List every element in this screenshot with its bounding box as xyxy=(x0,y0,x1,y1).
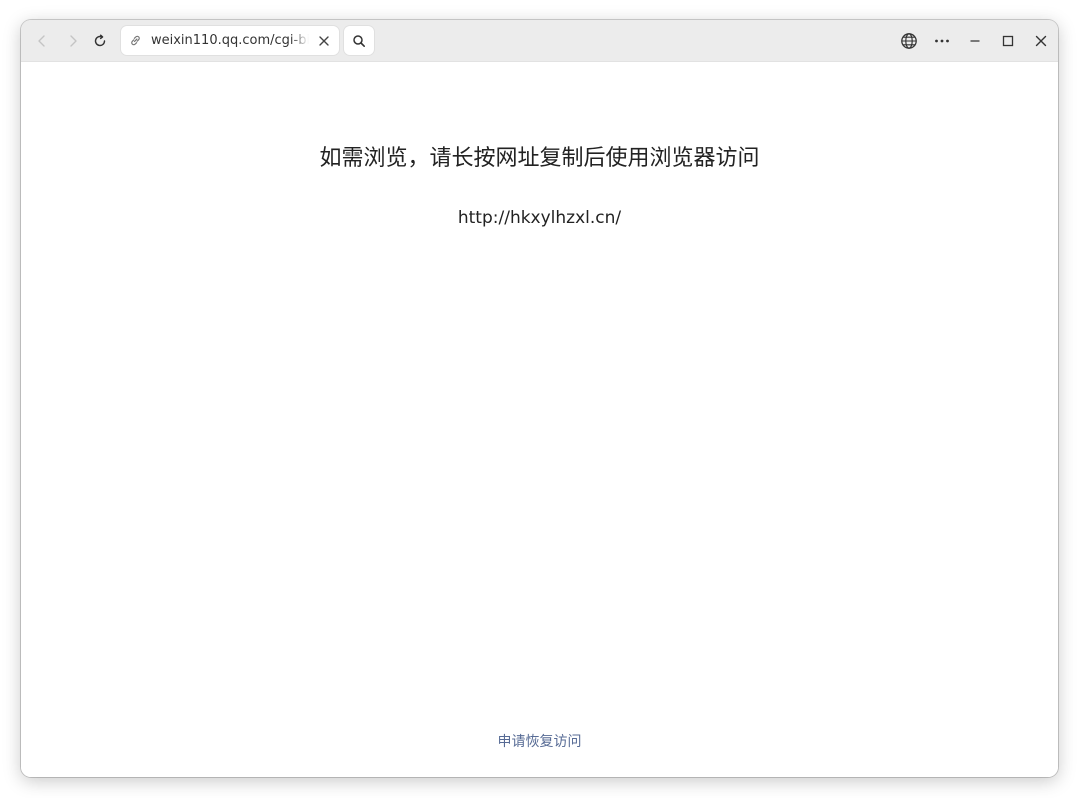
close-icon[interactable] xyxy=(317,33,331,47)
reload-icon xyxy=(94,34,106,47)
page-content: 如需浏览，请长按网址复制后使用浏览器访问 http://hkxylhzxl.cn… xyxy=(21,62,1058,777)
more-icon xyxy=(935,39,949,43)
address-bar-url[interactable]: weixin110.qq.com/cgi-bin/mmspamsupport-b… xyxy=(151,33,309,48)
close-window-icon xyxy=(1035,35,1047,47)
back-button[interactable] xyxy=(27,26,57,56)
search-icon xyxy=(353,34,365,47)
chevron-right-icon xyxy=(70,35,77,47)
more-button[interactable] xyxy=(927,26,957,56)
language-button[interactable] xyxy=(894,26,924,56)
globe-icon xyxy=(901,33,917,49)
browser-toolbar: weixin110.qq.com/cgi-bin/mmspamsupport-b… xyxy=(21,20,1058,62)
chevron-left-icon xyxy=(38,35,45,47)
page-heading: 如需浏览，请长按网址复制后使用浏览器访问 xyxy=(319,146,760,171)
address-bar[interactable]: weixin110.qq.com/cgi-bin/mmspamsupport-b… xyxy=(121,26,339,55)
minimize-icon xyxy=(970,40,980,42)
maximize-button[interactable] xyxy=(993,26,1023,56)
blocked-url-text[interactable]: http://hkxylhzxl.cn/ xyxy=(21,207,1058,229)
browser-window: weixin110.qq.com/cgi-bin/mmspamsupport-b… xyxy=(21,20,1058,777)
maximize-icon xyxy=(1002,35,1014,47)
forward-button[interactable] xyxy=(58,26,88,56)
reload-button[interactable] xyxy=(85,26,115,56)
close-window-button[interactable] xyxy=(1026,26,1056,56)
appeal-access-link[interactable]: 申请恢复访问 xyxy=(21,732,1058,752)
link-icon xyxy=(129,34,143,48)
minimize-button[interactable] xyxy=(960,26,990,56)
search-button[interactable] xyxy=(344,26,374,55)
